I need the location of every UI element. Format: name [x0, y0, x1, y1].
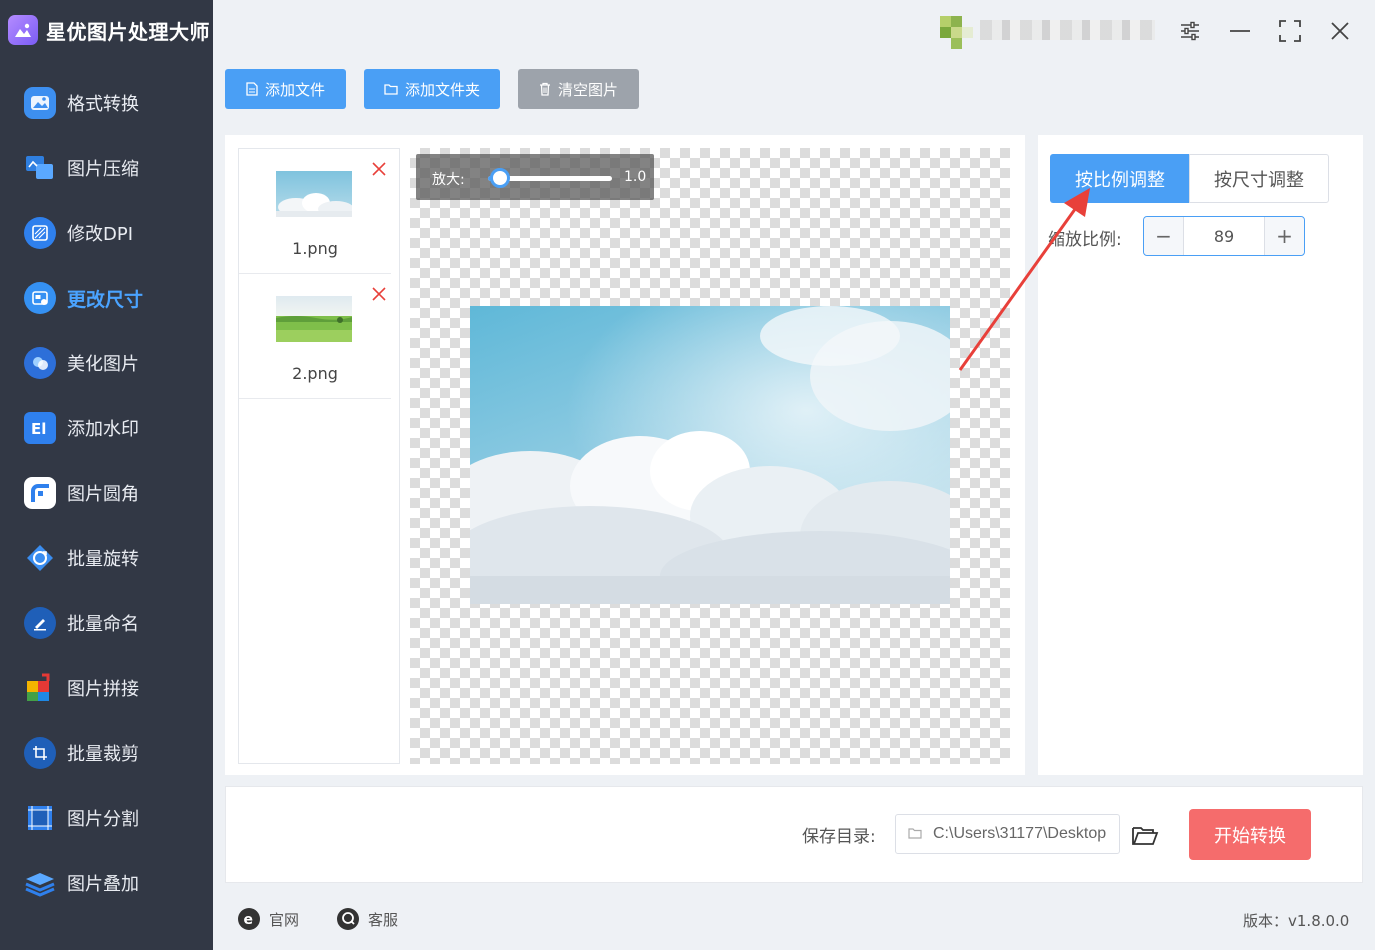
avatar[interactable]: [940, 16, 974, 50]
crop-icon: [24, 737, 56, 769]
clear-images-button[interactable]: 清空图片: [518, 69, 639, 109]
sidebar-item-beautify[interactable]: 美化图片: [0, 338, 213, 388]
sidebar-item-rotate[interactable]: 批量旋转: [0, 533, 213, 583]
folder-icon: [908, 828, 922, 839]
overlay-icon: [24, 867, 56, 899]
sidebar-item-stitch[interactable]: 图片拼接: [0, 663, 213, 713]
sidebar-item-label: 批量裁剪: [67, 744, 139, 765]
add-file-label: 添加文件: [264, 80, 325, 99]
resize-icon: [24, 282, 56, 314]
file-thumbnail: [276, 171, 354, 217]
user-name-blurred: [980, 20, 1155, 40]
sidebar-item-label: 美化图片: [67, 354, 139, 375]
scale-ratio-input[interactable]: [1184, 217, 1264, 255]
image-preview: 放大: 1.0: [410, 148, 1010, 764]
start-convert-button[interactable]: 开始转换: [1189, 809, 1311, 860]
sidebar-item-crop[interactable]: 批量裁剪: [0, 728, 213, 778]
settings-sliders-icon[interactable]: [1177, 18, 1203, 44]
scale-ratio-label: 缩放比例:: [1048, 230, 1122, 250]
dpi-icon: [24, 217, 56, 249]
minimize-icon[interactable]: [1227, 18, 1253, 44]
preview-image: [440, 306, 980, 621]
sidebar-item-label: 图片压缩: [67, 159, 139, 180]
sidebar-item-overlay[interactable]: 图片叠加: [0, 858, 213, 908]
scale-ratio-stepper: − +: [1143, 216, 1305, 256]
remove-file-icon[interactable]: [371, 286, 387, 302]
brand: 星优图片处理大师: [8, 12, 210, 48]
website-link[interactable]: e 官网: [237, 907, 299, 931]
sidebar-item-label: 格式转换: [67, 94, 139, 115]
app-logo-icon: [8, 15, 38, 45]
file-thumbnail: [276, 296, 352, 342]
sidebar-item-label: 批量命名: [67, 614, 139, 635]
sidebar-item-rounded-corner[interactable]: 图片圆角: [0, 468, 213, 518]
rounded-corner-icon: [24, 477, 56, 509]
compress-icon: [24, 152, 56, 184]
svg-text:e: e: [244, 912, 254, 928]
increase-button[interactable]: +: [1264, 217, 1304, 255]
tab-scale-by-size[interactable]: 按尺寸调整: [1189, 154, 1329, 203]
rotate-icon: [24, 542, 56, 574]
list-item[interactable]: 2.png: [239, 274, 391, 399]
trash-icon: [539, 82, 550, 96]
list-item[interactable]: 1.png: [239, 149, 391, 274]
maximize-icon[interactable]: [1277, 18, 1303, 44]
version-text: 版本：v1.8.0.0: [1243, 912, 1350, 930]
website-label: 官网: [269, 910, 300, 929]
zoom-control: 放大: 1.0: [416, 154, 654, 200]
ie-browser-icon: e: [238, 908, 260, 930]
zoom-slider-handle[interactable]: [490, 168, 511, 188]
file-name: 1.png: [292, 239, 338, 258]
remove-file-icon[interactable]: [371, 161, 387, 177]
watermark-icon: El: [24, 412, 56, 444]
sidebar-item-watermark[interactable]: El 添加水印: [0, 403, 213, 453]
sidebar: 星优图片处理大师 格式转换 图片压缩 修改DPI 更改尺寸 美化图片 El 添加…: [0, 0, 213, 950]
save-directory-label: 保存目录:: [802, 827, 876, 847]
zoom-label: 放大:: [432, 172, 465, 188]
sidebar-item-resize[interactable]: 更改尺寸: [0, 273, 213, 323]
sidebar-item-rename[interactable]: 批量命名: [0, 598, 213, 648]
sidebar-item-label: 批量旋转: [67, 549, 139, 570]
add-folder-button[interactable]: 添加文件夹: [364, 69, 500, 109]
tab-scale-by-ratio[interactable]: 按比例调整: [1050, 154, 1190, 203]
support-link[interactable]: 客服: [336, 907, 398, 931]
add-file-button[interactable]: 添加文件: [225, 69, 346, 109]
file-name: 2.png: [292, 364, 338, 383]
browse-folder-icon[interactable]: [1130, 820, 1160, 850]
folder-icon: [384, 84, 398, 95]
sidebar-item-label: 图片分割: [67, 809, 139, 830]
sidebar-item-label: 图片叠加: [67, 874, 139, 895]
split-icon: [24, 802, 56, 834]
decrease-button[interactable]: −: [1144, 217, 1184, 255]
sidebar-item-compress[interactable]: 图片压缩: [0, 143, 213, 193]
sidebar-item-label: 添加水印: [67, 419, 139, 440]
app-title: 星优图片处理大师: [46, 19, 210, 44]
format-convert-icon: [24, 87, 56, 119]
close-icon[interactable]: [1327, 18, 1353, 44]
sidebar-item-label: 图片圆角: [67, 484, 139, 505]
rename-icon: [24, 607, 56, 639]
beautify-icon: [24, 347, 56, 379]
chat-support-icon: [337, 908, 359, 930]
sidebar-item-label: 修改DPI: [67, 224, 134, 245]
support-label: 客服: [368, 910, 399, 929]
sidebar-item-label: 更改尺寸: [67, 288, 144, 311]
stitch-icon: [24, 672, 56, 704]
sidebar-item-label: 图片拼接: [67, 679, 139, 700]
add-folder-label: 添加文件夹: [404, 80, 480, 99]
svg-text:El: El: [31, 420, 46, 438]
file-list: 1.png 2.png: [238, 148, 400, 764]
file-icon: [246, 82, 258, 96]
save-directory-field[interactable]: C:\Users\31177\Desktop: [895, 814, 1120, 854]
clear-images-label: 清空图片: [557, 80, 618, 99]
sidebar-item-split[interactable]: 图片分割: [0, 793, 213, 843]
sidebar-item-format-convert[interactable]: 格式转换: [0, 78, 213, 128]
save-directory-path: C:\Users\31177\Desktop: [933, 825, 1107, 842]
zoom-value: 1.0: [624, 169, 647, 185]
sidebar-item-dpi[interactable]: 修改DPI: [0, 208, 213, 258]
